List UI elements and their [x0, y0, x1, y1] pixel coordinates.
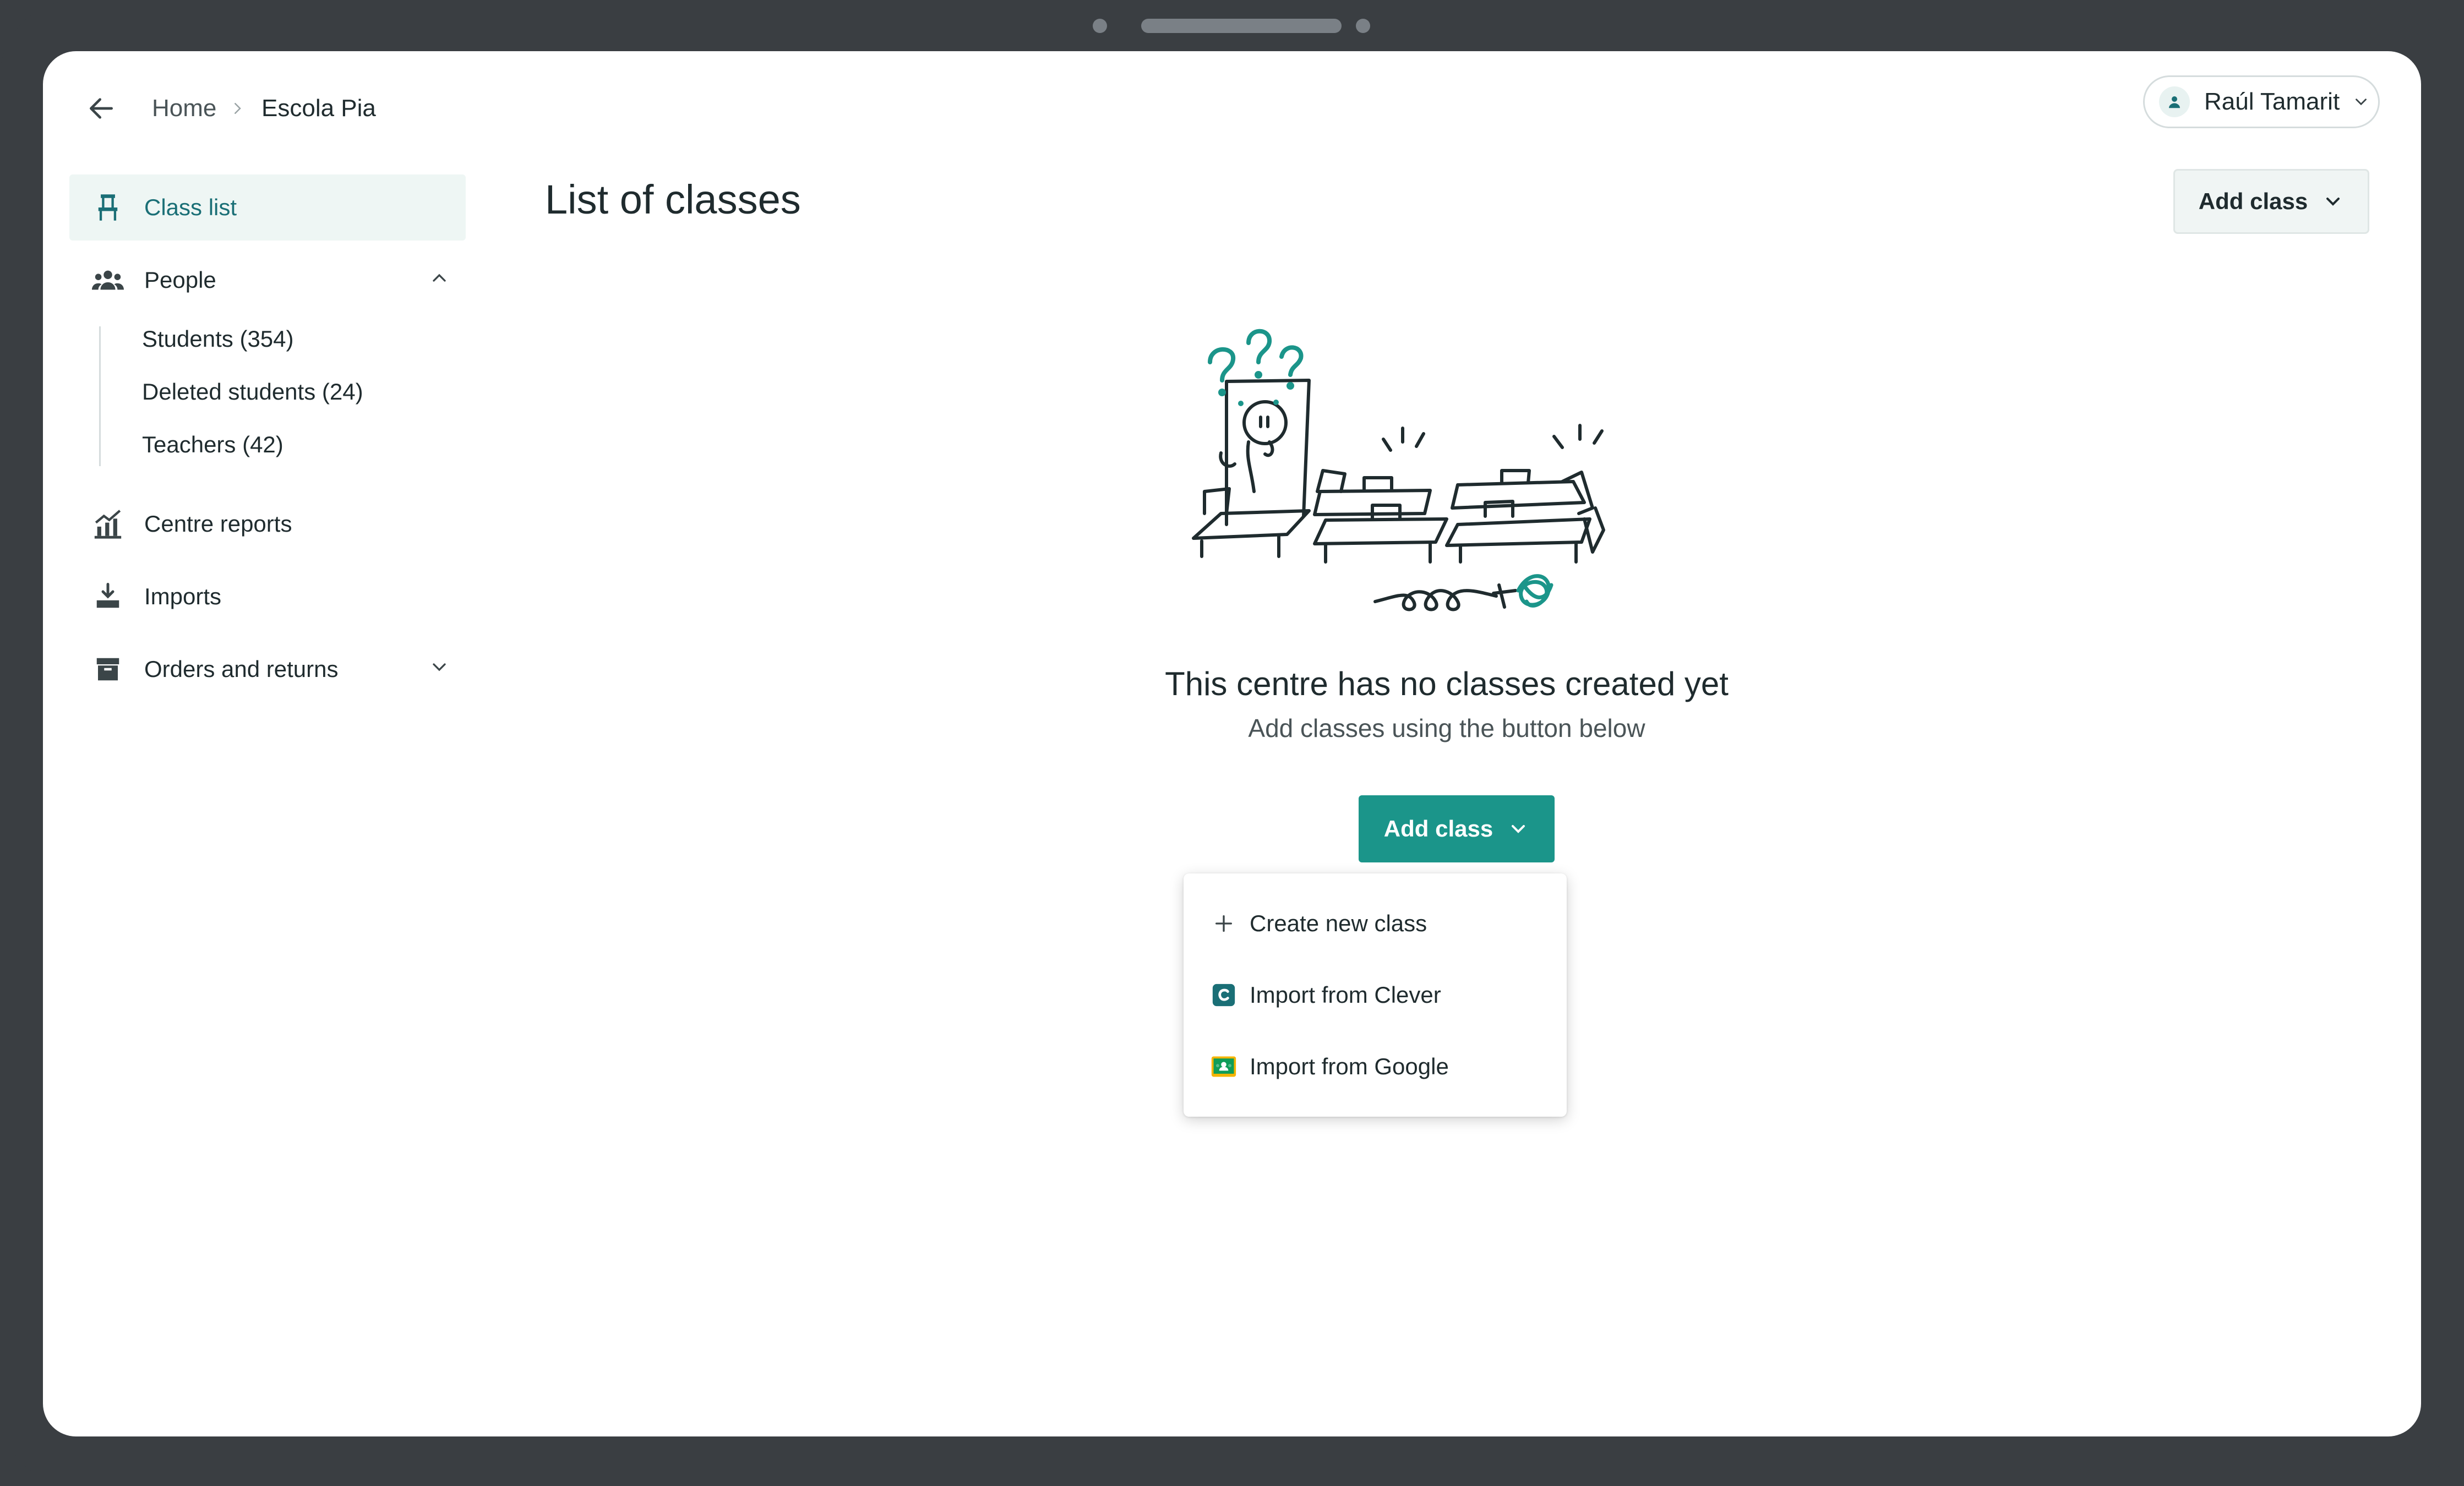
app-screen: Home Escola Pia Raúl Tamarit Class list … — [43, 51, 2421, 1436]
chevron-down-icon — [1512, 825, 1525, 833]
sidebar-subitem-students[interactable]: Students (354) — [142, 317, 294, 361]
sidebar-subitem-teachers[interactable]: Teachers (42) — [142, 423, 284, 467]
chevron-right-icon — [229, 86, 246, 130]
sidebar-item-orders-returns[interactable]: Orders and returns — [69, 636, 466, 702]
add-class-button-top[interactable]: Add class — [2173, 169, 2369, 234]
chevron-up-icon — [428, 267, 450, 292]
submenu-guide-line — [99, 326, 101, 466]
sidebar-item-label: Centre reports — [144, 511, 292, 537]
import-icon — [91, 580, 124, 613]
add-class-dropdown-menu: Create new class Import from Clever Impo… — [1184, 873, 1567, 1117]
sidebar-item-centre-reports[interactable]: Centre reports — [69, 491, 466, 557]
speaker-grille — [1141, 19, 1342, 33]
page-title: List of classes — [545, 177, 801, 222]
sidebar-item-imports[interactable]: Imports — [69, 564, 466, 630]
add-class-label: Add class — [2198, 188, 2308, 214]
chevron-down-icon — [2352, 92, 2370, 111]
sidebar-item-people[interactable]: People — [69, 247, 466, 313]
breadcrumb-current: Escola Pia — [261, 95, 376, 122]
sidebar-subitem-deleted-students[interactable]: Deleted students (24) — [142, 370, 363, 414]
menu-item-label: Import from Clever — [1250, 982, 1441, 1008]
chair-icon — [91, 191, 124, 224]
camera-dot-right — [1356, 19, 1370, 33]
sidebar-item-label: Orders and returns — [144, 656, 339, 682]
avatar — [2159, 86, 2190, 117]
menu-item-label: Import from Google — [1250, 1053, 1449, 1079]
menu-item-label: Create new class — [1250, 910, 1427, 936]
menu-item-import-google[interactable]: Import from Google — [1184, 1031, 1567, 1102]
sidebar-item-label: People — [144, 267, 216, 293]
person-icon — [2169, 96, 2180, 108]
chart-icon — [91, 507, 124, 540]
chevron-down-icon — [428, 656, 450, 681]
chevron-down-icon — [2326, 198, 2340, 206]
clever-icon — [1210, 981, 1238, 1009]
back-button[interactable] — [78, 85, 124, 132]
people-icon — [91, 264, 124, 297]
sidebar-item-label: Imports — [144, 583, 222, 609]
google-classroom-icon — [1210, 1053, 1238, 1080]
plus-icon — [1210, 910, 1238, 937]
empty-state-title: This centre has no classes created yet — [1165, 665, 1729, 702]
add-class-label: Add class — [1383, 816, 1493, 842]
tablet-frame: Home Escola Pia Raúl Tamarit Class list … — [0, 0, 2464, 1486]
breadcrumb-home[interactable]: Home — [152, 86, 216, 130]
user-menu[interactable]: Raúl Tamarit — [2143, 75, 2380, 128]
arrow-left-icon — [90, 98, 113, 119]
camera-dot-left — [1093, 19, 1107, 33]
empty-state-subtitle: Add classes using the button below — [1248, 714, 1645, 742]
empty-classroom-illustration — [1192, 329, 1605, 611]
box-icon — [91, 653, 124, 686]
sidebar-item-class-list[interactable]: Class list — [69, 174, 466, 241]
menu-item-import-clever[interactable]: Import from Clever — [1184, 959, 1567, 1031]
menu-item-create-new-class[interactable]: Create new class — [1184, 888, 1567, 959]
add-class-button[interactable]: Add class — [1359, 795, 1555, 862]
user-name: Raúl Tamarit — [2204, 88, 2340, 115]
sidebar-item-label: Class list — [144, 194, 237, 220]
